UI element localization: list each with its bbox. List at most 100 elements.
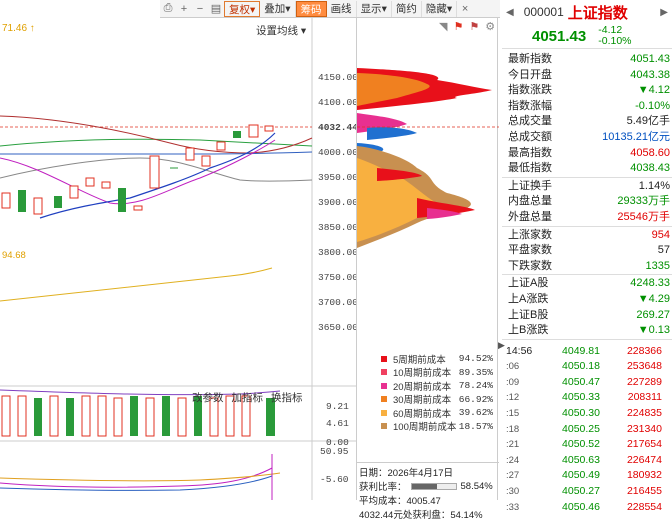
- quote-breadth: 上涨家数 954 平盘家数 57 下跌家数 1335: [502, 225, 672, 275]
- profit-bar: [410, 482, 457, 490]
- legend-row: 30周期前成本 66.92%: [377, 393, 497, 406]
- indicator-buttons: 改参数 加指标 换指标: [192, 390, 303, 405]
- tick-time: :06: [506, 361, 520, 373]
- yincang-button[interactable]: 隐藏▾: [422, 0, 458, 17]
- quote-row-value: 4051.43: [630, 53, 670, 65]
- ma-line-magenta: [0, 139, 276, 205]
- quote-row-label: 平盘家数: [508, 244, 552, 257]
- sub2-tick: -5.60: [320, 474, 349, 485]
- quote-panel: ◀ 000001 上证指数 ▶ 4051.43 -4.12 -0.10% 最新指…: [502, 0, 672, 513]
- stock-code: 000001: [523, 5, 564, 19]
- quote-row-label: 内盘总量: [508, 195, 552, 208]
- quote-stats: 最新指数 4051.43 今日开盘 4043.38 指数涨跌 ▼4.12 指数涨幅 -0.10…: [502, 48, 672, 177]
- price-tick: 3850.00: [318, 222, 358, 233]
- ma-line-blue: [0, 151, 313, 155]
- fuquan-button[interactable]: 复权▾: [224, 0, 261, 17]
- tick-row: :09 4050.47 227289: [502, 375, 672, 391]
- change-params-button[interactable]: 改参数: [192, 390, 224, 405]
- tick-time: :24: [506, 454, 520, 466]
- quote-row-value: 1335: [645, 259, 670, 272]
- tick-price: 4050.46: [562, 500, 600, 513]
- tick-row: :21 4050.52 217654: [502, 437, 672, 453]
- tick-row: :15 4050.30 224835: [502, 406, 672, 422]
- price-tick: 4100.00: [318, 97, 358, 108]
- sub2-tick: 50.95: [320, 446, 349, 457]
- tick-price: 4050.63: [562, 453, 600, 466]
- zoom-out-icon[interactable]: −: [192, 3, 208, 15]
- switch-indicator-button[interactable]: 换指标: [271, 390, 303, 405]
- legend-swatch: [381, 369, 387, 376]
- quote-row-value: 25546万手: [617, 210, 670, 223]
- quote-row-value: 29333万手: [617, 195, 670, 208]
- legend-pct: 66.92%: [458, 393, 493, 405]
- next-arrow-icon[interactable]: ▶: [660, 7, 668, 18]
- collapse-panel-icon[interactable]: ▶: [498, 340, 505, 351]
- legend-pct: 18.57%: [458, 420, 493, 432]
- legend-row: 60周期前成本 39.62%: [377, 406, 497, 420]
- tick-price: 4050.18: [562, 360, 600, 373]
- quote-row-value: 269.27: [636, 308, 670, 321]
- legend-pct: 39.62%: [458, 407, 493, 419]
- tick-price: 4050.52: [562, 438, 600, 451]
- profit-pct: 58.54%: [460, 480, 493, 492]
- price-tick: 3950.00: [318, 172, 358, 183]
- chouma-button[interactable]: 筹码: [295, 0, 327, 17]
- tick-price: 4050.33: [562, 391, 600, 404]
- quote-row: 上B涨跌 ▼0.13: [502, 323, 672, 339]
- tick-price: 4050.30: [562, 407, 600, 420]
- tick-volume: 227289: [626, 375, 662, 388]
- tick-volume: 226474: [626, 453, 662, 466]
- legend-swatch: [381, 396, 387, 403]
- profit-bar-fill: [411, 483, 438, 489]
- grid-icon[interactable]: ▤: [208, 2, 224, 15]
- profit-at-price: 4032.44元处获利盘：54.14%: [359, 510, 483, 521]
- legend-swatch: [381, 409, 387, 416]
- chip-date: 日期：2026年4月17日: [359, 468, 453, 479]
- tick-time: :12: [506, 392, 520, 404]
- tick-volume: 217654: [626, 438, 662, 451]
- lock-icon[interactable]: ⎙: [160, 2, 176, 15]
- current-price: 4051.43: [532, 27, 587, 45]
- tick-price: 4050.49: [562, 469, 600, 482]
- ma-line-yellow: [0, 267, 273, 302]
- tick-volume: 228366: [626, 344, 662, 357]
- close-icon[interactable]: ×: [457, 3, 473, 15]
- ma-line-green: [0, 138, 313, 147]
- quote-row: 上证换手 1.14%: [502, 179, 672, 195]
- quote-row: 平盘家数 57: [502, 243, 672, 259]
- xianshi-button[interactable]: 显示▾: [357, 0, 392, 17]
- quote-row-label: 总成交额: [508, 130, 552, 143]
- huaxian-button[interactable]: 画线: [327, 0, 357, 17]
- quote-row-value: 57: [657, 244, 670, 257]
- prev-arrow-icon[interactable]: ◀: [506, 7, 514, 18]
- chip-histogram: [357, 68, 499, 248]
- quote-turnover: 上证换手 1.14% 内盘总量 29333万手 外盘总量 25546万手: [502, 176, 672, 226]
- quote-row: 上A涨跌 ▼4.29: [502, 292, 672, 308]
- tick-time: :18: [506, 423, 520, 435]
- price-tick: 4000.00: [318, 147, 358, 158]
- legend-label: 5周期前成本: [393, 354, 446, 366]
- legend-pct: 89.35%: [458, 366, 493, 378]
- ma-line-darkred: [0, 115, 313, 154]
- quote-row: 今日开盘 4043.38: [502, 68, 672, 84]
- kline-chart[interactable]: 71.46 ↑ 设置均线 ▾ 4150.00 4100.00 4032.44 4…: [0, 18, 358, 518]
- jianyue-button[interactable]: 简约: [392, 0, 422, 17]
- profit-label: 获利比率：: [359, 482, 407, 493]
- tick-volume: 231340: [626, 422, 662, 435]
- zoom-in-icon[interactable]: +: [176, 3, 192, 15]
- candles: [1, 124, 274, 215]
- price-tick: 4150.00: [318, 72, 358, 83]
- quote-row-value: ▼0.13: [637, 324, 670, 337]
- indicator-lines: [0, 454, 281, 500]
- quote-row: 指数涨跌 ▼4.12: [502, 83, 672, 99]
- legend-label: 60周期前成本: [393, 408, 452, 420]
- quote-row-value: 4058.60: [630, 146, 670, 159]
- change-pct: -0.10%: [598, 35, 632, 47]
- quote-row: 总成交额 10135.21亿元: [502, 130, 672, 146]
- add-indicator-button[interactable]: 加指标: [232, 390, 264, 405]
- chart-toolbar: ⎙ + − ▤ 复权▾ 叠加▾ 筹码 画线 显示▾ 简约 隐藏▾ ×: [160, 0, 500, 18]
- quote-row-label: 最低指数: [508, 162, 552, 175]
- tick-time: :30: [506, 486, 520, 498]
- quote-row-label: 上B涨跌: [508, 324, 549, 337]
- diejia-button[interactable]: 叠加▾: [260, 0, 296, 17]
